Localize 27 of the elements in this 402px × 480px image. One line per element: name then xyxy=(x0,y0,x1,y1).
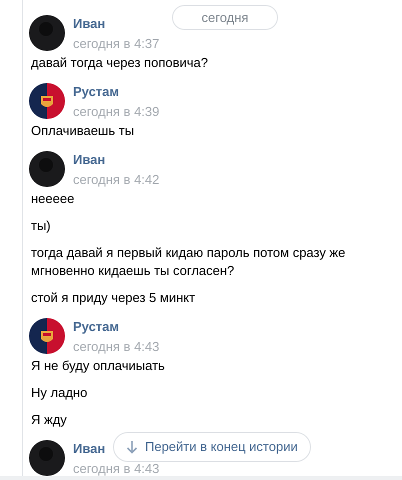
message-text: Оплачиваешь ты xyxy=(31,122,134,140)
message-text: тогда давай я первый кидаю пароль потом сразу же мгновенно кидаешь ты согласен? xyxy=(31,244,346,280)
message-text: Я жду xyxy=(31,411,67,429)
arrow-down-icon xyxy=(126,440,138,454)
message-time: сегодня в 4:39 xyxy=(73,103,160,121)
message-text: неееее xyxy=(31,190,74,208)
message-text: стой я приду через 5 минкт xyxy=(31,289,196,307)
author-name[interactable]: Рустам xyxy=(73,318,120,335)
author-name[interactable]: Рустам xyxy=(73,83,120,100)
author-name[interactable]: Иван xyxy=(73,15,106,32)
avatar-icon[interactable] xyxy=(29,318,65,354)
author-name[interactable]: Иван xyxy=(73,440,106,457)
avatar-icon[interactable] xyxy=(29,83,65,119)
message-text: ты) xyxy=(31,217,51,235)
message-time: сегодня в 4:43 xyxy=(73,460,160,476)
avatar-icon[interactable] xyxy=(29,15,65,51)
author-name[interactable]: Иван xyxy=(73,151,106,168)
avatar-icon[interactable] xyxy=(29,440,65,476)
message-time: сегодня в 4:42 xyxy=(73,171,160,189)
jump-to-end-button[interactable]: Перейти в конец истории xyxy=(113,432,311,462)
message-time: сегодня в 4:43 xyxy=(73,338,160,356)
message-time: сегодня в 4:37 xyxy=(73,35,160,53)
date-pill: сегодня xyxy=(172,5,278,30)
message-text: Я не буду оплачиыать xyxy=(31,357,165,375)
avatar-icon[interactable] xyxy=(29,151,65,187)
message-text: давай тогда через поповича? xyxy=(31,54,208,72)
message-text: Ну ладно xyxy=(31,384,88,402)
